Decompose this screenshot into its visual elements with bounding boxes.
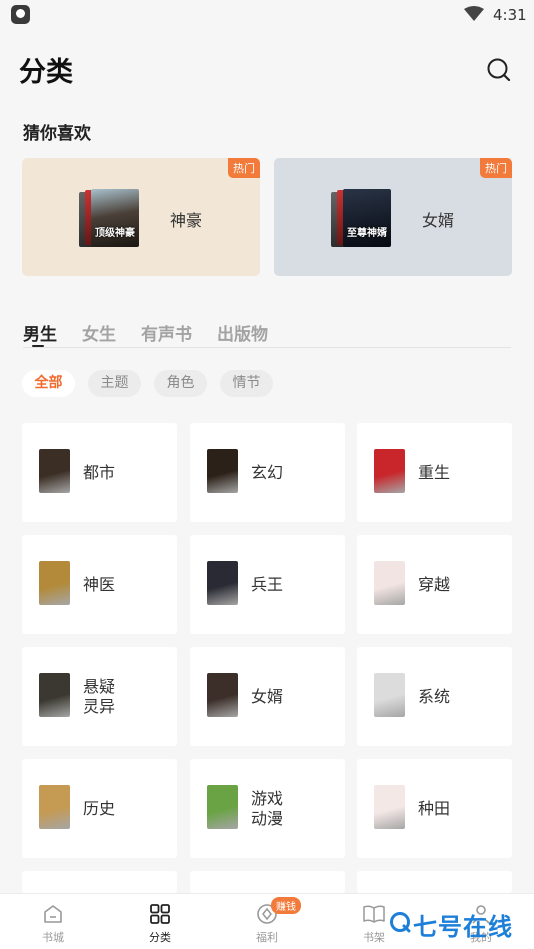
nav-label: 书城	[42, 931, 64, 944]
category-card[interactable]: 神医	[22, 535, 177, 634]
home-icon	[44, 905, 62, 923]
book-cover-stack: 顶级神豪	[79, 189, 141, 247]
book-cover-title: 顶级神豪	[95, 228, 135, 239]
nav-label: 福利	[256, 931, 278, 944]
hot-badge: 热门	[480, 158, 512, 178]
category-card[interactable]	[22, 871, 177, 893]
category-card[interactable]: 玄幻	[190, 423, 345, 522]
recommend-title: 猜你喜欢	[23, 124, 91, 144]
nav-bookstore[interactable]: 书城	[13, 894, 93, 949]
tab-audiobook[interactable]: 有声书	[141, 320, 192, 345]
category-label: 都市	[83, 462, 116, 482]
category-label: 游戏 动漫	[251, 788, 284, 828]
category-label: 神医	[83, 574, 116, 594]
category-cover	[39, 785, 70, 829]
category-cover	[207, 449, 238, 493]
category-cover	[39, 673, 70, 717]
wifi-icon	[464, 6, 484, 21]
category-cover	[374, 785, 405, 829]
category-card[interactable]	[357, 871, 512, 893]
category-label: 穿越	[418, 574, 451, 594]
category-label: 系统	[418, 686, 451, 706]
category-cover	[374, 673, 405, 717]
recommend-card-label: 神豪	[170, 211, 203, 230]
search-icon[interactable]	[486, 57, 512, 83]
category-card[interactable]: 都市	[22, 423, 177, 522]
watermark-text: 七号在线	[413, 913, 513, 941]
chip-plot[interactable]: 情节	[220, 370, 273, 397]
category-card[interactable]	[190, 871, 345, 893]
category-card[interactable]: 种田	[357, 759, 512, 858]
chip-role[interactable]: 角色	[154, 370, 207, 397]
category-card[interactable]: 历史	[22, 759, 177, 858]
category-cover	[39, 561, 70, 605]
grid-icon	[150, 904, 170, 924]
category-label: 悬疑 灵异	[83, 676, 116, 716]
category-card[interactable]: 女婿	[190, 647, 345, 746]
category-card[interactable]: 悬疑 灵异	[22, 647, 177, 746]
tab-publication[interactable]: 出版物	[217, 320, 268, 345]
category-label: 玄幻	[251, 462, 284, 482]
category-cover	[207, 673, 238, 717]
book-cover: 顶级神豪	[91, 189, 139, 247]
chip-all[interactable]: 全部	[22, 370, 75, 397]
app-notification-icon	[11, 5, 30, 24]
book-cover-title: 至尊神婿	[347, 228, 387, 239]
nav-welfare[interactable]: 赚钱 福利	[227, 894, 307, 949]
category-card[interactable]: 系统	[357, 647, 512, 746]
category-label: 重生	[418, 462, 451, 482]
tab-male[interactable]: 男生	[23, 320, 57, 345]
category-label: 历史	[83, 798, 116, 818]
nav-label: 分类	[149, 931, 171, 944]
category-label: 女婿	[251, 686, 284, 706]
tab-divider	[23, 347, 511, 348]
book-cover-stack: 至尊神婿	[331, 189, 393, 247]
recommend-card-label: 女婿	[422, 211, 455, 230]
category-cover	[39, 449, 70, 493]
category-cover	[207, 561, 238, 605]
book-cover: 至尊神婿	[343, 189, 391, 247]
category-card[interactable]: 游戏 动漫	[190, 759, 345, 858]
category-card[interactable]: 穿越	[357, 535, 512, 634]
category-cover	[374, 561, 405, 605]
page-title: 分类	[19, 57, 73, 88]
category-card[interactable]: 兵王	[190, 535, 345, 634]
watermark: 七号在线	[389, 905, 531, 941]
tab-female[interactable]: 女生	[82, 320, 116, 345]
nav-category[interactable]: 分类	[120, 894, 200, 949]
recommend-card-nvxu[interactable]: 至尊神婿 女婿 热门	[274, 158, 512, 276]
book-icon	[363, 905, 385, 923]
chip-theme[interactable]: 主题	[88, 370, 141, 397]
category-cover	[207, 785, 238, 829]
recommend-card-shenhao[interactable]: 顶级神豪 神豪 热门	[22, 158, 260, 276]
category-label: 兵王	[251, 574, 284, 594]
status-bar: 4:31	[0, 0, 534, 30]
hot-badge: 热门	[228, 158, 260, 178]
category-card[interactable]: 重生	[357, 423, 512, 522]
earn-badge: 赚钱	[271, 897, 301, 914]
category-cover	[374, 449, 405, 493]
category-label: 种田	[418, 798, 451, 818]
watermark-logo-icon	[390, 912, 411, 933]
status-time: 4:31	[493, 6, 527, 24]
